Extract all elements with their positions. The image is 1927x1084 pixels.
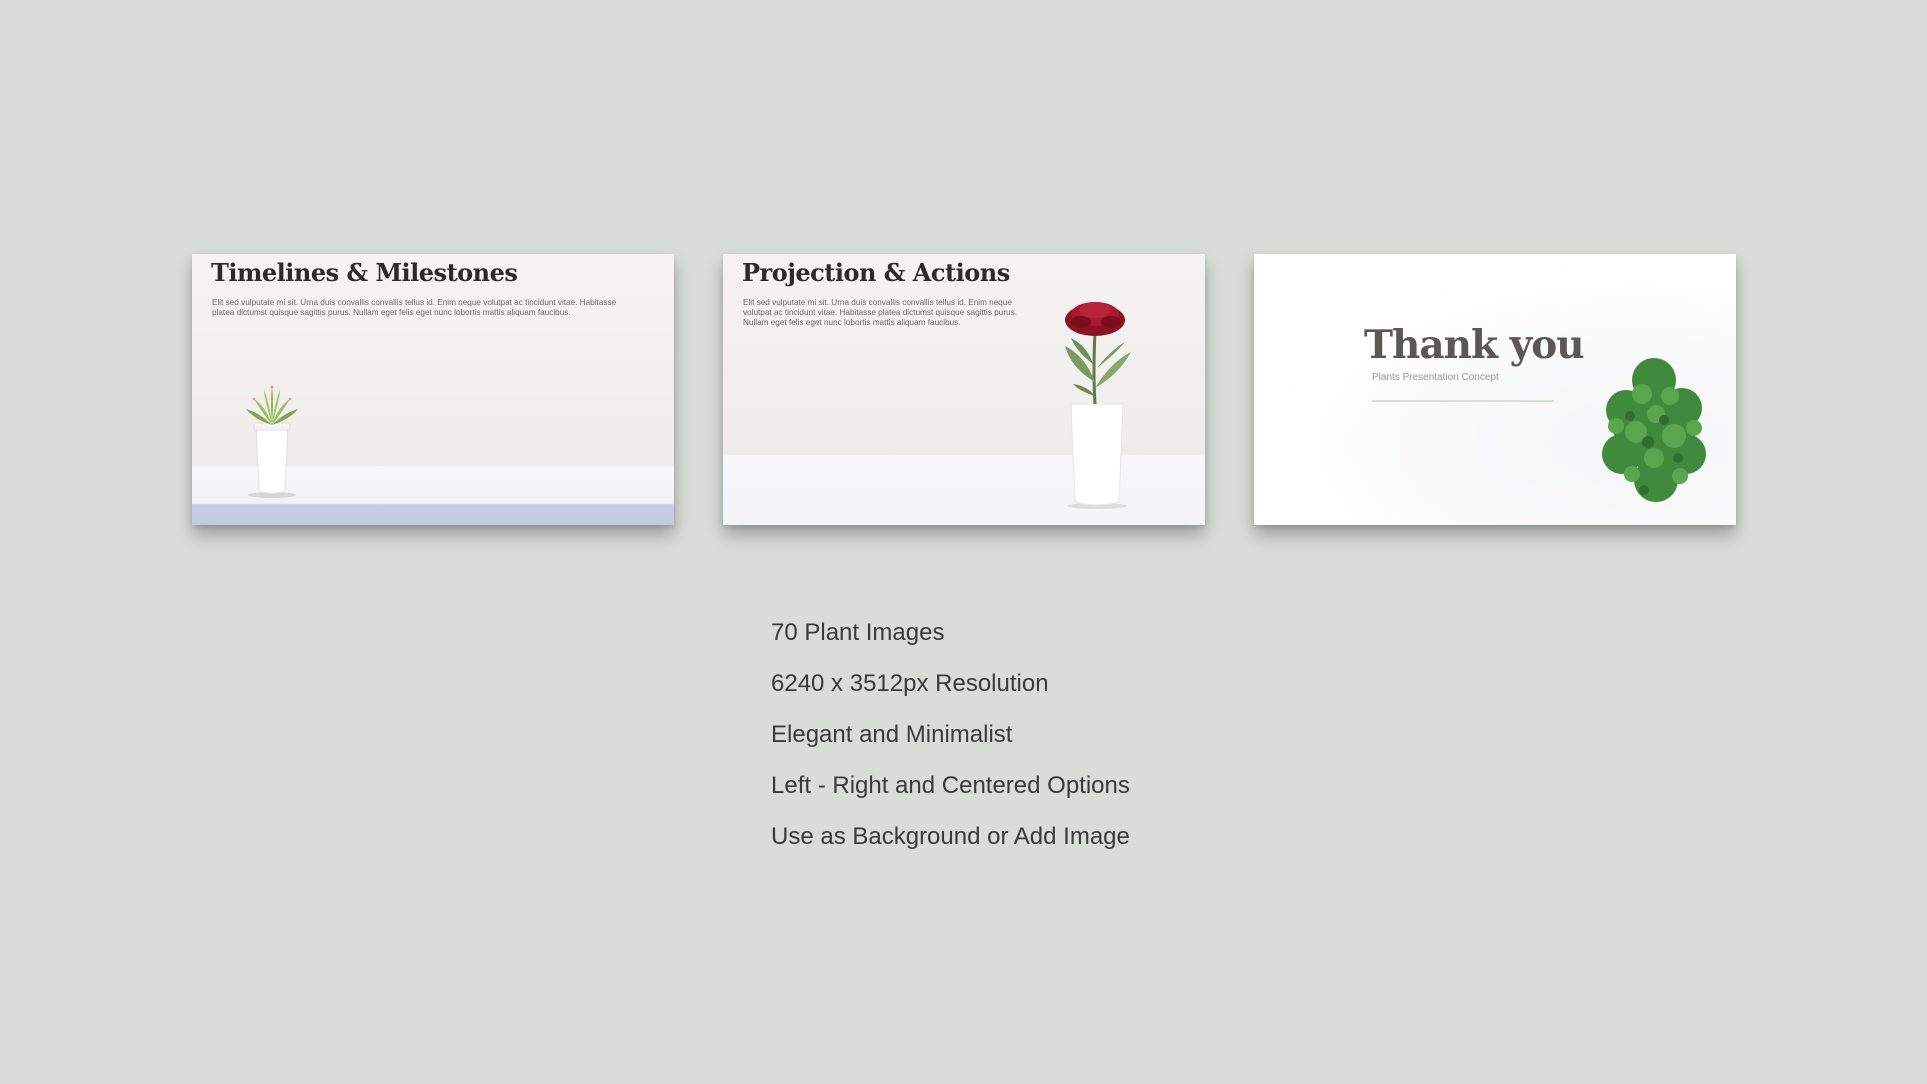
slide-body-text: Elit sed vulputate mi sit. Urna duis con…	[212, 298, 617, 317]
feature-item: Left - Right and Centered Options	[771, 772, 1130, 799]
slide-subtitle: Plants Presentation Concept	[1372, 372, 1499, 383]
slide-title: Thank you	[1364, 322, 1585, 368]
feature-item: Use as Background or Add Image	[771, 823, 1130, 850]
feature-list: 70 Plant Images 6240 x 3512px Resolution…	[771, 613, 1130, 868]
accent-divider	[1372, 400, 1554, 402]
slide-body-text: Elit sed vulputate mi sit. Urna duis con…	[743, 298, 1017, 327]
slide-title: Timelines & Milestones	[211, 258, 518, 287]
slide-preview-projection: Projection & Actions Elit sed vulputate …	[723, 254, 1205, 525]
feature-item: Elegant and Minimalist	[771, 721, 1013, 748]
slide-preview-thank-you: Thank you Plants Presentation Concept	[1254, 254, 1736, 525]
feature-item: 70 Plant Images	[771, 619, 945, 646]
slide-title: Projection & Actions	[742, 258, 1010, 287]
feature-item: 6240 x 3512px Resolution	[771, 670, 1049, 697]
slide-preview-timelines: Timelines & Milestones Elit sed vulputat…	[192, 254, 674, 525]
red-flower-plant-image	[1065, 302, 1131, 509]
leafy-plant-image	[1602, 358, 1706, 502]
succulent-plant-image	[246, 385, 298, 498]
